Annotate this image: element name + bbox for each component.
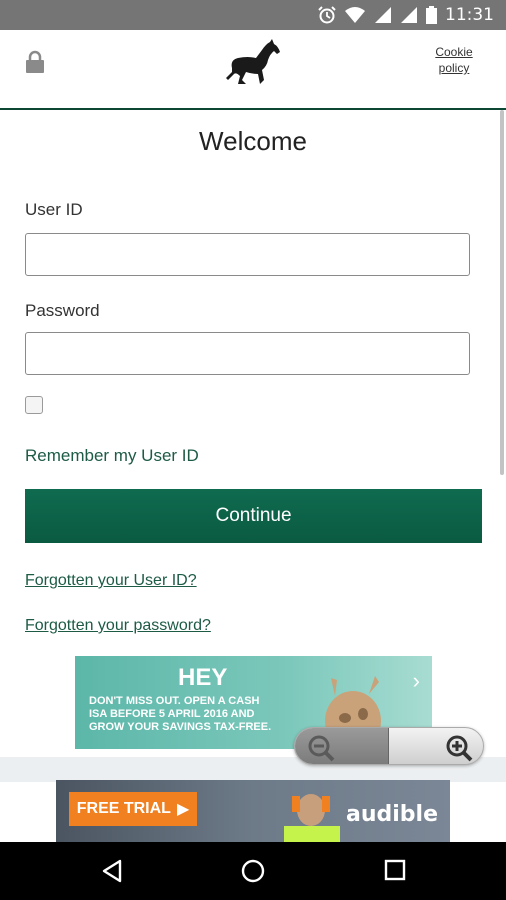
remember-label[interactable]: Remember my User ID bbox=[25, 446, 199, 466]
remember-checkbox[interactable] bbox=[25, 396, 43, 414]
page-title: Welcome bbox=[199, 126, 307, 156]
cookie-line-2: policy bbox=[438, 61, 470, 75]
zoom-out-button[interactable] bbox=[295, 728, 389, 764]
cookie-policy-link[interactable]: Cookie policy bbox=[434, 44, 474, 76]
screen: 11:31 Cookie policy Welcome User ID Pass… bbox=[0, 0, 506, 900]
play-icon: ▶ bbox=[176, 801, 190, 818]
recents-icon[interactable] bbox=[384, 859, 406, 881]
signal-icon-2 bbox=[401, 7, 417, 23]
user-id-label: User ID bbox=[25, 200, 83, 219]
ad-chevron-right-icon: › bbox=[412, 668, 420, 693]
zoom-control[interactable] bbox=[294, 727, 484, 765]
forgot-user-id-link[interactable]: Forgotten your User ID? bbox=[25, 572, 197, 590]
user-id-input[interactable] bbox=[25, 233, 470, 276]
free-trial-button[interactable]: FREE TRIAL ▶ bbox=[69, 792, 197, 826]
status-time: 11:31 bbox=[445, 5, 494, 25]
password-label: Password bbox=[25, 301, 100, 320]
zoom-in-icon bbox=[446, 735, 473, 762]
home-icon[interactable] bbox=[241, 859, 265, 883]
site-header: Cookie policy bbox=[0, 30, 506, 110]
zoom-in-button[interactable] bbox=[388, 728, 483, 764]
ad-body: DON'T MISS OUT. OPEN A CASH ISA BEFORE 5… bbox=[89, 695, 272, 733]
signal-icon bbox=[375, 7, 391, 23]
lock-icon bbox=[26, 50, 44, 73]
audible-ad[interactable]: FREE TRIAL ▶ audible bbox=[56, 780, 450, 842]
scrollbar[interactable] bbox=[500, 110, 504, 475]
audible-logo: audible bbox=[345, 802, 438, 827]
free-trial-label: FREE TRIAL bbox=[76, 800, 171, 817]
zoom-out-icon bbox=[308, 735, 335, 762]
horse-logo-icon[interactable] bbox=[222, 38, 284, 86]
status-icons: 11:31 bbox=[318, 4, 494, 26]
wifi-icon bbox=[345, 7, 365, 23]
continue-button[interactable]: Continue bbox=[25, 489, 482, 543]
forgot-password-link[interactable]: Forgotten your password? bbox=[25, 617, 211, 635]
ad-headline: HEY bbox=[178, 664, 228, 691]
back-icon[interactable] bbox=[100, 859, 124, 883]
cookie-line-1: Cookie bbox=[435, 45, 473, 59]
battery-icon bbox=[426, 6, 437, 24]
password-input[interactable] bbox=[25, 332, 470, 375]
status-bar: 11:31 bbox=[0, 0, 506, 30]
navigation-bar bbox=[0, 842, 506, 900]
alarm-icon bbox=[318, 6, 336, 24]
